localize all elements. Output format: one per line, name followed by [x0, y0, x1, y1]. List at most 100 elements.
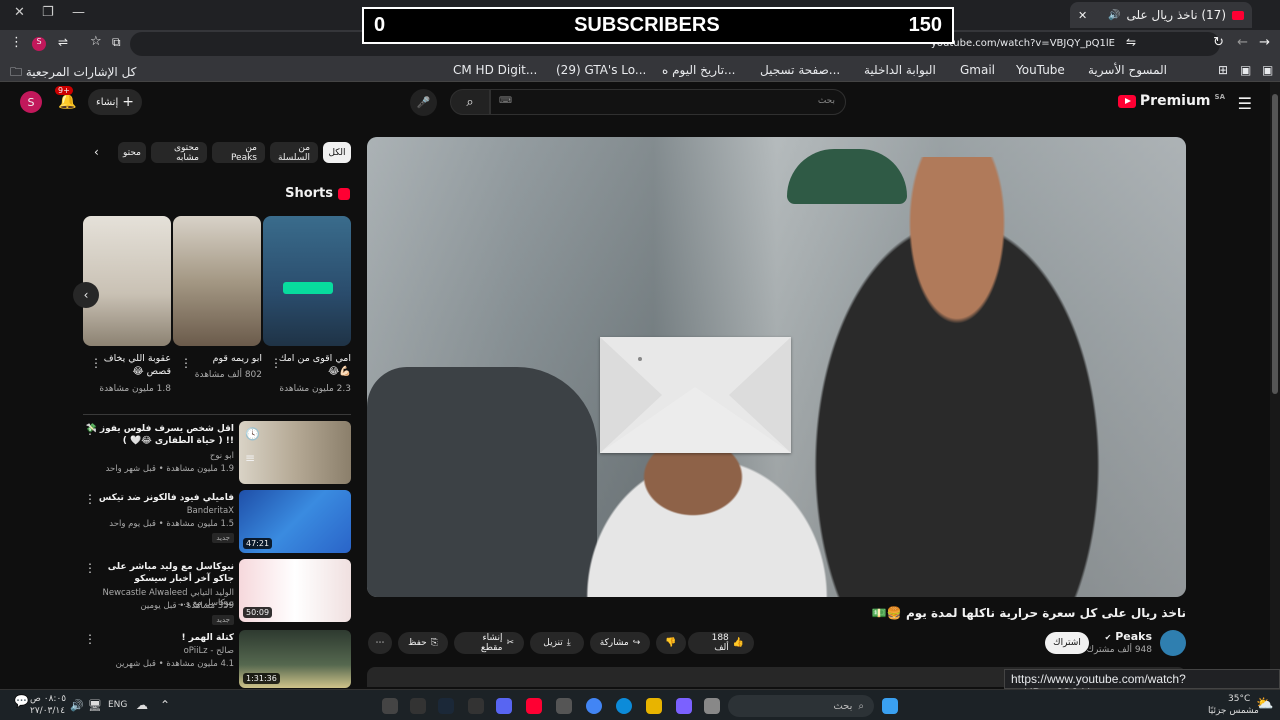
- start-icon[interactable]: [882, 698, 898, 714]
- rec-thumb-3[interactable]: 50:09: [239, 559, 351, 622]
- hamburger-menu-icon[interactable]: ☰: [1238, 94, 1252, 113]
- subscribe-button[interactable]: اشتراك: [1045, 632, 1089, 654]
- rec-1-menu-icon[interactable]: ⋮: [84, 423, 96, 437]
- app-icon-3[interactable]: [468, 698, 484, 714]
- youtube-app-icon[interactable]: [526, 698, 542, 714]
- rec-thumb-2[interactable]: 47:21: [239, 490, 351, 553]
- create-button[interactable]: إنشاء +: [88, 89, 142, 115]
- audio-icon[interactable]: 🔊: [1108, 10, 1120, 21]
- extensions-icon[interactable]: ⇌: [58, 35, 68, 49]
- bookmark-6[interactable]: (29) GTA's Lo...: [556, 63, 646, 77]
- short-thumb-3[interactable]: [83, 216, 171, 346]
- minimize-window-icon[interactable]: —: [72, 5, 85, 20]
- chip-all[interactable]: الكل: [323, 142, 351, 163]
- maximize-window-icon[interactable]: ❐: [42, 5, 54, 20]
- download-button[interactable]: ⤓ تنزيل: [530, 632, 584, 654]
- edge-icon[interactable]: [616, 698, 632, 714]
- bookmark-0[interactable]: المسوح الأسرية: [1088, 63, 1167, 77]
- share-button[interactable]: ↪ مشاركة: [590, 632, 650, 654]
- search-input[interactable]: بحث ⌨: [490, 89, 846, 115]
- bookmark-4[interactable]: صفحة تسجيل...: [760, 63, 840, 77]
- profile-icon[interactable]: S: [32, 37, 46, 51]
- bookmark-star-icon[interactable]: ☆: [90, 34, 102, 49]
- cast-icon[interactable]: ⧉: [112, 35, 121, 50]
- shorts-prev-button[interactable]: ‹: [73, 282, 99, 308]
- copilot-icon[interactable]: [676, 698, 692, 714]
- apps-grid-icon[interactable]: ⊞: [1218, 63, 1228, 77]
- add-to-queue-icon[interactable]: ≡: [245, 451, 255, 465]
- rec-title-3[interactable]: نيوكاسل مع وليد مباشر على جاكو آخر أخبار…: [84, 561, 234, 585]
- keyboard-icon[interactable]: ⌨: [499, 96, 512, 106]
- channel-name[interactable]: Peaks ✔: [1105, 630, 1152, 643]
- save-button[interactable]: ⎘ حفظ: [398, 632, 448, 654]
- voice-search-button[interactable]: 🎤: [410, 89, 437, 116]
- avatar[interactable]: S: [20, 91, 42, 113]
- clock-time[interactable]: ٠٨:٠٥ ص: [30, 694, 66, 704]
- short-1-menu-icon[interactable]: ⋮: [270, 356, 282, 370]
- volume-icon[interactable]: 🔊: [70, 699, 84, 712]
- video-player[interactable]: [367, 137, 1186, 597]
- tab-group-icon[interactable]: ▣: [1240, 63, 1251, 77]
- notification-icon[interactable]: 💬: [14, 694, 29, 708]
- site-settings-icon[interactable]: ⇋: [1126, 35, 1136, 49]
- store-icon[interactable]: [556, 698, 572, 714]
- bookmark-icon[interactable]: ▣: [1262, 63, 1273, 77]
- rec-title-2[interactable]: فاميلي فيود فالكونز ضد تيكس: [84, 492, 234, 504]
- steam-icon[interactable]: [438, 698, 454, 714]
- rec-thumb-1[interactable]: 🕓 ≡: [239, 421, 351, 484]
- browser-tab[interactable]: (17) ناخذ ريال على 🔊 ✕: [1070, 2, 1252, 28]
- url-text[interactable]: youtube.com/watch?v=VBJQY_pQ1lE: [931, 38, 1115, 49]
- rec-4-menu-icon[interactable]: ⋮: [84, 632, 96, 646]
- like-button[interactable]: 👍 188 ألف: [688, 632, 754, 654]
- chips-next-icon[interactable]: ‹: [94, 145, 99, 159]
- weather-icon[interactable]: ⛅: [1256, 696, 1273, 712]
- rec-channel-2[interactable]: BanderitaX: [84, 506, 234, 516]
- close-window-icon[interactable]: ✕: [14, 5, 25, 20]
- chrome-icon[interactable]: [586, 698, 602, 714]
- rec-title-4[interactable]: كتلة الهمر !: [84, 632, 234, 644]
- youtube-logo[interactable]: Premium SA: [1117, 93, 1225, 109]
- language-indicator[interactable]: ENG: [108, 700, 127, 710]
- bookmark-7[interactable]: CM HD Digit...: [453, 63, 537, 77]
- short-3-menu-icon[interactable]: ⋮: [90, 356, 102, 370]
- app-icon-2[interactable]: [410, 698, 426, 714]
- page-scrollbar[interactable]: [1270, 82, 1280, 669]
- rec-title-1[interactable]: اقل شخص يسرف فلوس يفوز 💸 !! ( حياة الطفا…: [84, 423, 234, 447]
- chip-more[interactable]: محتو: [118, 142, 146, 163]
- close-tab-icon[interactable]: ✕: [1078, 9, 1087, 22]
- short-thumb-2[interactable]: [173, 216, 261, 346]
- watch-later-icon[interactable]: 🕓: [245, 427, 260, 441]
- discord-icon[interactable]: [496, 698, 512, 714]
- short-2-menu-icon[interactable]: ⋮: [180, 356, 192, 370]
- taskbar-search[interactable]: ⌕ بحث: [728, 695, 874, 717]
- channel-avatar[interactable]: [1160, 630, 1186, 656]
- forward-icon[interactable]: ←: [1237, 35, 1248, 50]
- all-bookmarks-link[interactable]: 🗀 كل الإشارات المرجعية: [10, 63, 136, 84]
- rec-3-menu-icon[interactable]: ⋮: [84, 561, 96, 575]
- back-icon[interactable]: →: [1259, 35, 1270, 50]
- bookmark-2[interactable]: Gmail: [960, 63, 995, 77]
- bookmark-1[interactable]: YouTube: [1016, 63, 1065, 77]
- chip-related[interactable]: محتوى مشابه: [151, 142, 207, 163]
- scrollbar-thumb[interactable]: [1272, 94, 1278, 394]
- weather-temp[interactable]: 35°C: [1228, 694, 1250, 704]
- network-icon[interactable]: 🖥: [88, 699, 102, 712]
- bookmark-5[interactable]: تاريخ اليوم ه...: [662, 63, 736, 77]
- clip-button[interactable]: ✂ إنشاء مقطع: [454, 632, 524, 654]
- app-icon-1[interactable]: [382, 698, 398, 714]
- more-actions-button[interactable]: ⋯: [368, 632, 392, 654]
- bookmark-3[interactable]: البوابة الداخلية: [864, 63, 936, 77]
- file-explorer-icon[interactable]: [646, 698, 662, 714]
- clock-date[interactable]: ٢٧/٠٣/١٤: [30, 706, 65, 716]
- chip-from-channel[interactable]: من Peaks: [212, 142, 265, 163]
- search-button[interactable]: ⌕: [450, 89, 490, 115]
- weather-desc[interactable]: مشمس جزئيًا: [1208, 706, 1259, 716]
- dislike-button[interactable]: 👎: [656, 632, 686, 654]
- task-view-icon[interactable]: [704, 698, 720, 714]
- show-hidden-icons[interactable]: ⌃: [160, 698, 170, 712]
- rec-2-menu-icon[interactable]: ⋮: [84, 492, 96, 506]
- short-thumb-1[interactable]: [263, 216, 351, 346]
- chip-series[interactable]: من السلسلة: [270, 142, 318, 163]
- reload-icon[interactable]: ↻: [1213, 35, 1224, 50]
- onedrive-icon[interactable]: ☁: [136, 698, 148, 712]
